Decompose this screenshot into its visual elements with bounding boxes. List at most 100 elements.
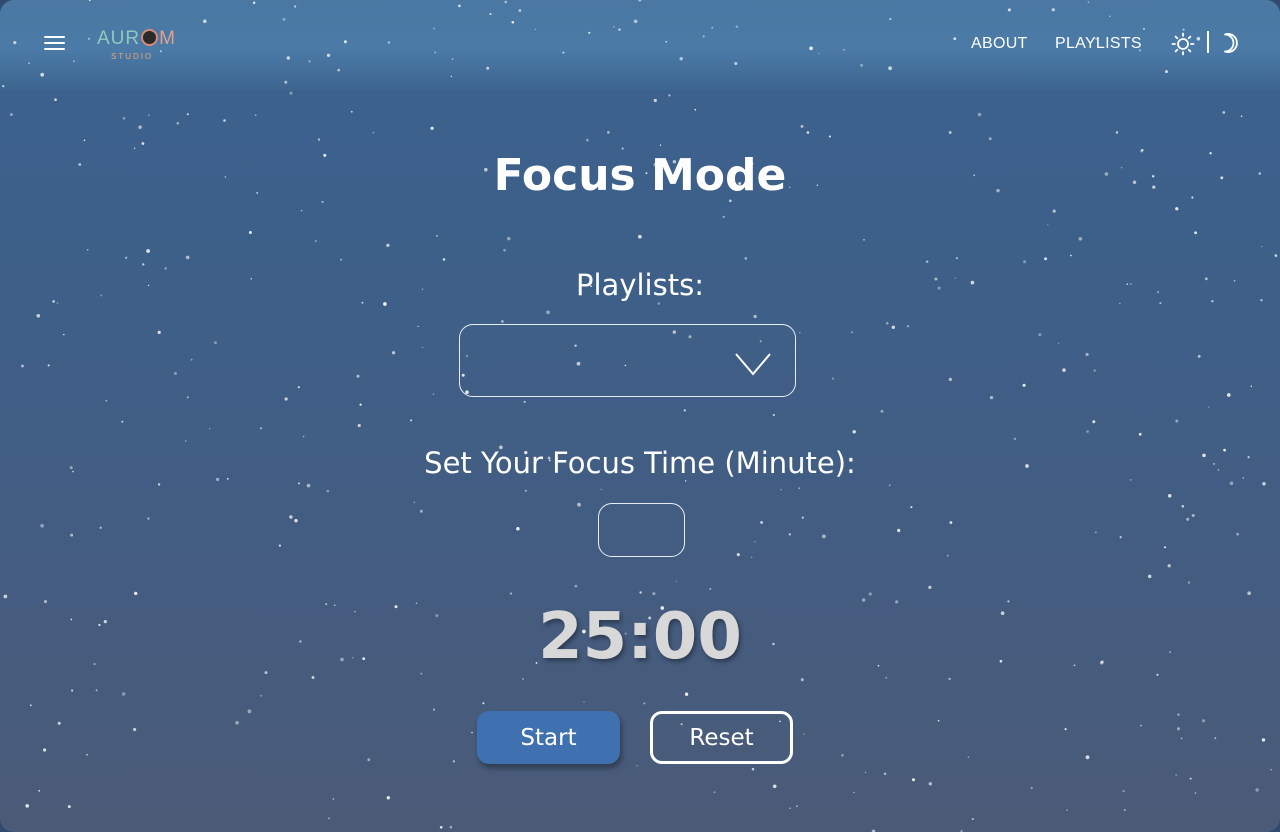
star	[450, 75, 453, 78]
star	[754, 541, 756, 543]
hamburger-menu-icon[interactable]	[44, 34, 65, 51]
star	[1250, 385, 1253, 387]
playlist-select[interactable]	[459, 324, 796, 397]
star	[286, 56, 291, 60]
star	[806, 131, 810, 134]
star	[311, 676, 315, 679]
star	[314, 240, 317, 242]
star	[1038, 333, 1042, 337]
star	[3, 594, 8, 599]
star	[1226, 393, 1231, 397]
star	[252, 1, 256, 4]
star	[1201, 719, 1206, 723]
star	[185, 255, 190, 260]
star	[1208, 406, 1210, 408]
star	[1147, 574, 1152, 579]
star	[260, 694, 263, 697]
star	[772, 784, 777, 789]
reset-button[interactable]: Reset	[650, 711, 793, 764]
star	[1175, 419, 1179, 423]
star	[751, 767, 755, 771]
star	[1085, 755, 1090, 760]
star	[434, 51, 437, 54]
star	[36, 313, 41, 318]
star	[1167, 493, 1172, 498]
star	[9, 113, 13, 117]
star	[105, 399, 108, 402]
star	[1191, 513, 1195, 518]
star	[679, 57, 683, 61]
star	[70, 533, 74, 537]
sun-icon[interactable]	[1171, 32, 1195, 56]
star	[1214, 737, 1217, 740]
star	[709, 587, 712, 590]
starfield-background	[2, 0, 1278, 832]
star	[308, 60, 311, 63]
star	[1222, 111, 1226, 114]
star	[772, 413, 775, 417]
star	[736, 553, 740, 557]
star	[54, 98, 57, 102]
star	[888, 66, 892, 71]
star	[577, 502, 581, 507]
star	[636, 765, 638, 767]
star	[1122, 790, 1125, 793]
star	[176, 121, 180, 125]
star	[501, 320, 504, 323]
star	[852, 430, 856, 434]
star	[1159, 302, 1162, 305]
focus-time-input[interactable]	[598, 503, 685, 557]
star	[13, 41, 17, 45]
star	[357, 423, 361, 428]
star	[1255, 788, 1260, 792]
star	[248, 231, 252, 234]
start-button[interactable]: Start	[477, 711, 620, 764]
star	[386, 796, 390, 800]
star	[43, 748, 47, 752]
star	[421, 346, 424, 349]
star	[391, 351, 396, 355]
star	[142, 263, 145, 266]
timer-display: 25:00	[538, 600, 742, 674]
star	[433, 708, 436, 711]
star	[141, 142, 145, 145]
star	[184, 440, 187, 442]
star	[1274, 254, 1278, 257]
star	[247, 709, 252, 714]
star	[1182, 28, 1185, 31]
star	[47, 364, 50, 367]
aurom-studio-logo[interactable]: AUR M STUDIO	[97, 28, 177, 66]
nav-about-link[interactable]: ABOUT	[971, 35, 1028, 53]
star	[860, 63, 864, 67]
star	[863, 238, 865, 241]
star	[638, 234, 642, 239]
star	[122, 116, 126, 120]
nav-playlists-link[interactable]: PLAYLISTS	[1055, 35, 1142, 53]
star	[1119, 535, 1122, 539]
star	[1261, 245, 1263, 248]
star	[452, 760, 455, 763]
star	[442, 258, 446, 261]
star	[989, 395, 994, 400]
star	[600, 488, 602, 490]
star	[367, 758, 371, 762]
star	[702, 35, 705, 38]
star	[967, 756, 970, 758]
star	[67, 805, 71, 809]
moon-icon[interactable]	[1219, 32, 1241, 54]
star	[284, 80, 288, 84]
star	[1240, 115, 1243, 118]
star	[618, 28, 621, 31]
star	[56, 302, 59, 304]
star	[928, 782, 933, 786]
star	[87, 37, 91, 40]
star	[912, 778, 915, 782]
star	[683, 409, 686, 412]
star	[1163, 546, 1167, 549]
star	[516, 527, 520, 531]
star	[780, 488, 782, 491]
star	[25, 804, 29, 808]
star	[868, 592, 872, 596]
star	[326, 489, 330, 493]
star	[828, 135, 831, 138]
